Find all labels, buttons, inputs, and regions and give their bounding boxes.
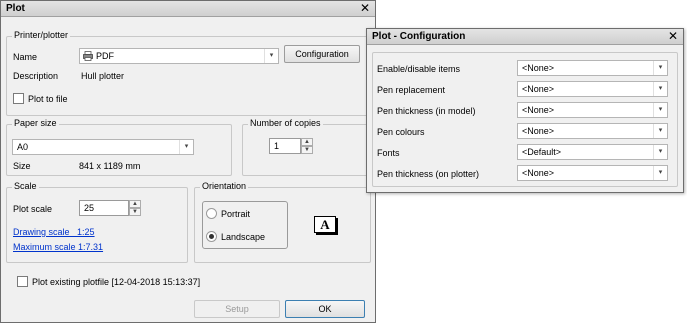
chevron-down-icon[interactable]: ▾ xyxy=(653,166,667,180)
plot-existing-checkbox[interactable] xyxy=(17,276,28,287)
printer-value: PDF xyxy=(96,51,114,61)
name-label: Name xyxy=(13,52,38,62)
copies-value: 1 xyxy=(274,141,280,151)
ok-button[interactable]: OK xyxy=(285,300,365,318)
paper-size-value: A0 xyxy=(17,142,29,152)
size-label: Size xyxy=(13,161,31,171)
chevron-down-icon[interactable]: ▾ xyxy=(264,49,278,63)
landscape-label: Landscape xyxy=(221,232,266,242)
orientation-preview-glyph: A xyxy=(320,217,330,232)
chevron-down-icon[interactable]: ▾ xyxy=(653,61,667,75)
config-row-label: Pen thickness (on plotter) xyxy=(377,169,480,179)
portrait-label: Portrait xyxy=(221,209,251,219)
config-row-value: <Default> xyxy=(522,147,562,157)
enable-disable-items-select[interactable]: <None> ▾ xyxy=(517,60,668,76)
plot-to-file-label: Plot to file xyxy=(28,94,68,104)
configuration-button[interactable]: Configuration xyxy=(284,45,360,63)
drawing-scale-link[interactable]: Drawing scale 1:25 xyxy=(13,227,95,237)
printer-select[interactable]: PDF ▾ xyxy=(79,48,279,64)
chevron-down-icon[interactable]: ▾ xyxy=(653,82,667,96)
printer-icon xyxy=(83,51,93,61)
spin-down-icon[interactable]: ▼ xyxy=(301,146,313,154)
configuration-dialog: Plot - Configuration ✕ Enable/disable it… xyxy=(366,28,684,193)
plot-to-file-checkbox[interactable] xyxy=(13,93,24,104)
config-row-value: <None> xyxy=(522,168,555,178)
config-row-value: <None> xyxy=(522,63,555,73)
chevron-down-icon[interactable]: ▾ xyxy=(179,140,193,154)
config-row-label: Fonts xyxy=(377,148,400,158)
orientation-group-legend: Orientation xyxy=(200,181,249,191)
orientation-preview-icon: A xyxy=(314,216,336,233)
copies-input[interactable]: 1 xyxy=(269,138,301,154)
plot-titlebar[interactable]: Plot ✕ xyxy=(1,1,375,17)
config-row-label: Pen replacement xyxy=(377,85,446,95)
printer-group-legend: Printer/plotter xyxy=(12,30,71,40)
config-row-label: Pen thickness (in model) xyxy=(377,106,476,116)
pen-thickness-plotter-select[interactable]: <None> ▾ xyxy=(517,165,668,181)
pen-colours-select[interactable]: <None> ▾ xyxy=(517,123,668,139)
description-value: Hull plotter xyxy=(81,71,125,81)
pen-replacement-select[interactable]: <None> ▾ xyxy=(517,81,668,97)
paper-size-select[interactable]: A0 ▾ xyxy=(12,139,194,155)
chevron-down-icon[interactable]: ▾ xyxy=(653,124,667,138)
plot-scale-label: Plot scale xyxy=(13,204,53,214)
config-row-label: Pen colours xyxy=(377,127,425,137)
spin-up-icon[interactable]: ▲ xyxy=(129,200,141,208)
config-row-label: Enable/disable items xyxy=(377,64,461,74)
copies-group-legend: Number of copies xyxy=(248,118,323,128)
close-icon[interactable]: ✕ xyxy=(360,1,370,15)
plot-scale-stepper[interactable]: ▲ ▼ xyxy=(129,200,141,216)
configuration-title: Plot - Configuration xyxy=(372,31,466,42)
config-row-value: <None> xyxy=(522,126,555,136)
chevron-down-icon[interactable]: ▾ xyxy=(653,145,667,159)
landscape-radio[interactable] xyxy=(206,231,217,242)
spin-up-icon[interactable]: ▲ xyxy=(301,138,313,146)
copies-stepper[interactable]: ▲ ▼ xyxy=(301,138,313,154)
size-value: 841 x 1189 mm xyxy=(79,161,141,171)
paper-size-group-legend: Paper size xyxy=(12,118,59,128)
scale-group-legend: Scale xyxy=(12,181,39,191)
plot-scale-value: 25 xyxy=(84,203,95,213)
spin-down-icon[interactable]: ▼ xyxy=(129,208,141,216)
portrait-radio[interactable] xyxy=(206,208,217,219)
plot-dialog: Plot ✕ Printer/plotter Name PDF ▾ Config… xyxy=(0,0,376,323)
setup-button[interactable]: Setup xyxy=(194,300,280,318)
fonts-select[interactable]: <Default> ▾ xyxy=(517,144,668,160)
chevron-down-icon[interactable]: ▾ xyxy=(653,103,667,117)
plot-title: Plot xyxy=(6,3,25,14)
close-icon[interactable]: ✕ xyxy=(668,29,678,43)
config-row-value: <None> xyxy=(522,84,555,94)
config-row-value: <None> xyxy=(522,105,555,115)
plot-existing-label: Plot existing plotfile [12-04-2018 15:13… xyxy=(32,277,201,287)
maximum-scale-link[interactable]: Maximum scale 1:7.31 xyxy=(13,242,103,252)
pen-thickness-model-select[interactable]: <None> ▾ xyxy=(517,102,668,118)
configuration-titlebar[interactable]: Plot - Configuration ✕ xyxy=(367,29,683,45)
description-label: Description xyxy=(13,71,59,81)
plot-scale-input[interactable]: 25 xyxy=(79,200,129,216)
